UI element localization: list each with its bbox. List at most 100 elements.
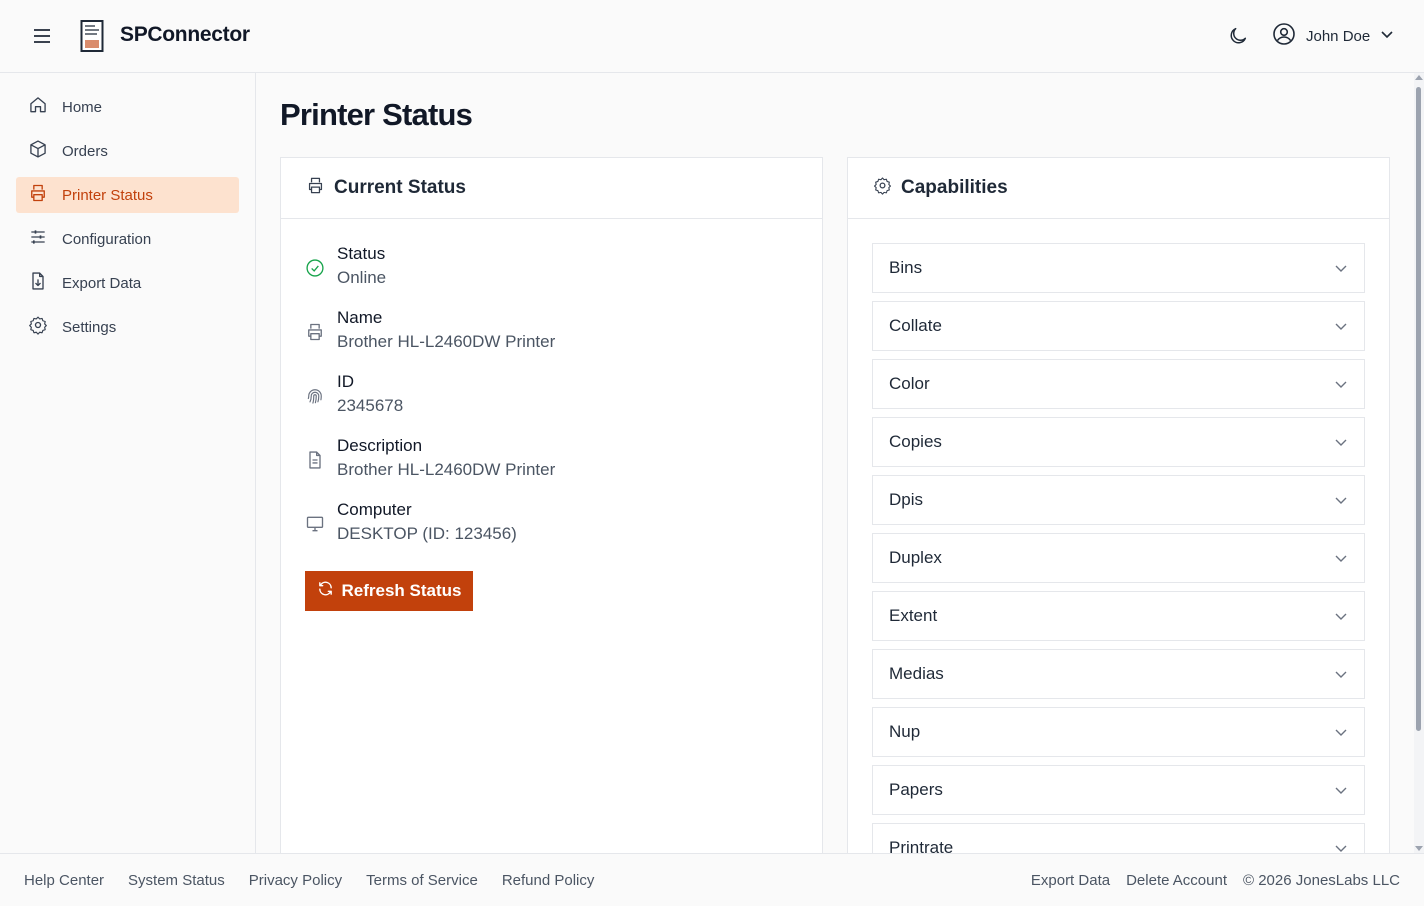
status-field: Status Online	[305, 244, 785, 292]
chevron-down-icon	[1334, 377, 1348, 391]
fingerprint-icon	[305, 386, 325, 406]
accordion-label: Dpis	[889, 490, 924, 509]
user-name: John Doe	[1306, 27, 1371, 45]
accordion-label: Copies	[889, 432, 942, 451]
card-title: Current Status	[334, 177, 466, 198]
accordion-copies[interactable]: Copies	[872, 417, 1365, 467]
moon-icon[interactable]	[1227, 25, 1249, 47]
sidebar-item-settings[interactable]: Settings	[16, 309, 239, 345]
sidebar-item-home[interactable]: Home	[16, 89, 239, 125]
file-text-icon	[305, 450, 325, 470]
accordion-color[interactable]: Color	[872, 359, 1365, 409]
file-download-icon	[28, 271, 48, 295]
field-value: Online	[337, 268, 387, 287]
footer-link-system-status[interactable]: System Status	[128, 872, 225, 889]
chevron-down-icon	[1380, 27, 1394, 46]
refresh-status-button[interactable]: Refresh Status	[305, 571, 473, 611]
check-circle-icon	[305, 258, 325, 278]
chevron-down-icon	[1334, 261, 1348, 275]
sidebar-item-printer-status[interactable]: Printer Status	[16, 177, 239, 213]
accordion-label: Medias	[889, 664, 944, 683]
refresh-label: Refresh Status	[341, 581, 462, 600]
box-icon	[28, 139, 48, 163]
footer-links: Help Center System Status Privacy Policy…	[24, 872, 594, 889]
footer-account-links: Export Data Delete Account © 2026 JonesL…	[1031, 872, 1400, 889]
card-header: Current Status	[281, 158, 822, 219]
sidebar-item-label: Export Data	[62, 274, 142, 292]
accordion-dpis[interactable]: Dpis	[872, 475, 1365, 525]
footer-link-terms-of-service[interactable]: Terms of Service	[366, 872, 478, 889]
accordion-collate[interactable]: Collate	[872, 301, 1365, 351]
accordion-label: Bins	[889, 258, 923, 277]
accordion-printrate[interactable]: Printrate	[872, 823, 1365, 853]
field-label: Name	[337, 308, 383, 327]
accordion-medias[interactable]: Medias	[872, 649, 1365, 699]
field-label: Description	[337, 436, 423, 455]
chevron-down-icon	[1334, 319, 1348, 333]
printer-icon	[306, 176, 325, 200]
scroll-down-arrow[interactable]	[1415, 846, 1423, 851]
top-header: SPConnector John Doe	[0, 0, 1424, 73]
field-value: Brother HL-L2460DW Printer	[337, 460, 556, 479]
field-label: ID	[337, 372, 354, 391]
printer-icon	[28, 183, 48, 207]
id-field: ID 2345678	[305, 372, 785, 420]
name-field: Name Brother HL-L2460DW Printer	[305, 308, 785, 356]
chevron-down-icon	[1334, 609, 1348, 623]
field-label: Status	[337, 244, 386, 263]
user-menu[interactable]: John Doe	[1272, 22, 1394, 51]
copyright: © 2026 JonesLabs LLC	[1243, 872, 1400, 889]
home-icon	[28, 95, 48, 119]
accordion-label: Collate	[889, 316, 942, 335]
footer-link-privacy-policy[interactable]: Privacy Policy	[249, 872, 342, 889]
footer-link-help-center[interactable]: Help Center	[24, 872, 104, 889]
scroll-thumb[interactable]	[1416, 87, 1421, 731]
gear-icon	[873, 176, 892, 200]
computer-field: Computer DESKTOP (ID: 123456)	[305, 500, 785, 548]
accordion-bins[interactable]: Bins	[872, 243, 1365, 293]
vertical-scrollbar[interactable]	[1414, 73, 1424, 853]
app-logo[interactable]	[80, 19, 104, 53]
sidebar: Home Orders Printer Status Configuration…	[0, 73, 256, 853]
chevron-down-icon	[1334, 667, 1348, 681]
accordion-label: Extent	[889, 606, 938, 625]
sidebar-item-configuration[interactable]: Configuration	[16, 221, 239, 257]
current-status-card: Current Status Status Online Name Brothe…	[280, 157, 823, 853]
user-circle-icon	[1272, 22, 1296, 51]
footer-link-export-data[interactable]: Export Data	[1031, 872, 1110, 889]
description-field: Description Brother HL-L2460DW Printer	[305, 436, 785, 484]
sliders-icon	[28, 227, 48, 251]
chevron-down-icon	[1334, 725, 1348, 739]
card-title: Capabilities	[901, 177, 1008, 198]
monitor-icon	[305, 514, 325, 534]
footer-link-delete-account[interactable]: Delete Account	[1126, 872, 1227, 889]
menu-icon[interactable]	[30, 24, 54, 48]
accordion-label: Nup	[889, 722, 921, 741]
accordion-papers[interactable]: Papers	[872, 765, 1365, 815]
sidebar-item-export-data[interactable]: Export Data	[16, 265, 239, 301]
chevron-down-icon	[1334, 783, 1348, 797]
capabilities-card: Capabilities Bins Collate Color Copies D…	[847, 157, 1390, 853]
field-value: Brother HL-L2460DW Printer	[337, 332, 556, 351]
accordion-label: Printrate	[889, 838, 954, 853]
sidebar-item-label: Printer Status	[62, 186, 153, 204]
field-value: 2345678	[337, 396, 404, 415]
accordion-duplex[interactable]: Duplex	[872, 533, 1365, 583]
chevron-down-icon	[1334, 551, 1348, 565]
sidebar-item-orders[interactable]: Orders	[16, 133, 239, 169]
footer: Help Center System Status Privacy Policy…	[0, 853, 1424, 906]
printer-icon	[305, 322, 325, 342]
field-label: Computer	[337, 500, 412, 519]
sidebar-item-label: Orders	[62, 142, 108, 160]
accordion-nup[interactable]: Nup	[872, 707, 1365, 757]
refresh-icon	[317, 580, 334, 602]
scroll-up-arrow[interactable]	[1415, 75, 1423, 80]
page-title: Printer Status	[280, 97, 473, 132]
accordion-extent[interactable]: Extent	[872, 591, 1365, 641]
footer-link-refund-policy[interactable]: Refund Policy	[502, 872, 595, 889]
sidebar-item-label: Settings	[62, 318, 117, 336]
accordion-label: Color	[889, 374, 930, 393]
chevron-down-icon	[1334, 841, 1348, 853]
accordion-label: Duplex	[889, 548, 942, 567]
chevron-down-icon	[1334, 435, 1348, 449]
